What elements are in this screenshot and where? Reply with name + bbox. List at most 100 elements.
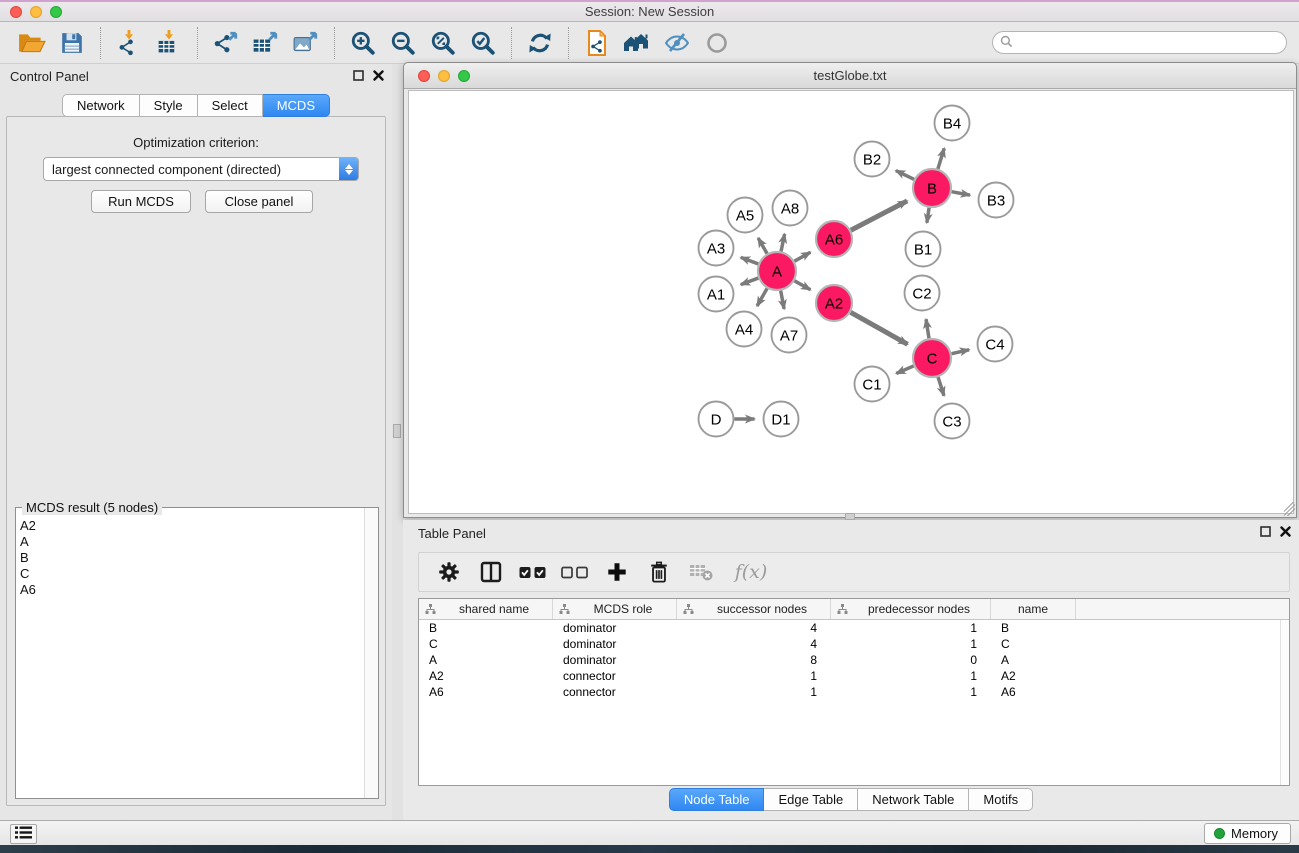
column-header-predecessor-nodes[interactable]: predecessor nodes: [831, 599, 991, 619]
network-canvas[interactable]: B4B2BB3A8A5A6A3B1AA1C2A2A4A7C4CC1DD1C3: [408, 90, 1294, 514]
node-A3[interactable]: A3: [699, 231, 734, 266]
search-input[interactable]: [1013, 32, 1286, 53]
edge-C-C4[interactable]: [952, 350, 970, 354]
cell-predecessor-nodes[interactable]: 1: [831, 684, 991, 700]
edge-C-C3[interactable]: [938, 377, 944, 396]
import-table-button[interactable]: [149, 26, 189, 60]
float-panel-icon[interactable]: [353, 69, 364, 84]
cell-name[interactable]: C: [991, 636, 1076, 652]
node-C2[interactable]: C2: [905, 276, 940, 311]
cell-shared-name[interactable]: A: [419, 652, 553, 668]
close-window-button[interactable]: [10, 6, 22, 18]
import-network-button[interactable]: [109, 26, 149, 60]
open-session-button[interactable]: [12, 26, 52, 60]
network-minimize-button[interactable]: [438, 70, 450, 82]
node-A[interactable]: A: [758, 252, 796, 290]
zoom-in-button[interactable]: [343, 26, 383, 60]
column-header-shared-name[interactable]: shared name: [419, 599, 553, 619]
table-settings-button[interactable]: [435, 557, 463, 587]
node-B1[interactable]: B1: [906, 232, 941, 267]
run-mcds-button[interactable]: Run MCDS: [91, 190, 191, 213]
edge-A-A8[interactable]: [781, 234, 785, 251]
hide-panels-button[interactable]: [657, 26, 697, 60]
node-A7[interactable]: A7: [772, 318, 807, 353]
home-button[interactable]: [617, 26, 657, 60]
result-item[interactable]: B: [20, 550, 364, 566]
node-A1[interactable]: A1: [699, 277, 734, 312]
node-B3[interactable]: B3: [979, 183, 1014, 218]
splitter-handle[interactable]: [393, 424, 401, 438]
node-A2[interactable]: A2: [816, 285, 852, 321]
cell-predecessor-nodes[interactable]: 1: [831, 636, 991, 652]
cell-MCDS-role[interactable]: dominator: [553, 636, 677, 652]
minimize-window-button[interactable]: [30, 6, 42, 18]
node-D1[interactable]: D1: [764, 402, 799, 437]
node-B2[interactable]: B2: [855, 142, 890, 177]
edge-A-A1[interactable]: [741, 278, 758, 285]
node-C[interactable]: C: [913, 339, 951, 377]
column-header-name[interactable]: name: [991, 599, 1076, 619]
task-history-button[interactable]: [10, 824, 37, 844]
zoom-window-button[interactable]: [50, 6, 62, 18]
node-A6[interactable]: A6: [816, 221, 852, 257]
table-row[interactable]: Bdominator41B: [419, 620, 1289, 636]
mcds-result-list[interactable]: A2ABCA6: [16, 512, 364, 798]
result-scrollbar[interactable]: [364, 508, 378, 798]
network-overview-button[interactable]: [577, 26, 617, 60]
zoom-out-button[interactable]: [383, 26, 423, 60]
tab-mcds[interactable]: MCDS: [263, 94, 330, 117]
select-all-button[interactable]: [519, 557, 547, 587]
table-row[interactable]: A6connector11A6: [419, 684, 1289, 700]
vertical-splitter[interactable]: [392, 64, 403, 820]
edge-A-A7[interactable]: [781, 291, 784, 309]
cell-successor-nodes[interactable]: 4: [677, 620, 831, 636]
tab-edge-table[interactable]: Edge Table: [764, 788, 858, 811]
result-item[interactable]: A2: [20, 518, 364, 534]
show-birds-eye-button[interactable]: [697, 26, 737, 60]
edge-A-A4[interactable]: [757, 288, 767, 306]
cell-successor-nodes[interactable]: 1: [677, 684, 831, 700]
table-scrollbar[interactable]: [1280, 620, 1289, 785]
node-C3[interactable]: C3: [935, 404, 970, 439]
cell-shared-name[interactable]: A6: [419, 684, 553, 700]
tab-select[interactable]: Select: [198, 94, 263, 117]
cell-shared-name[interactable]: A2: [419, 668, 553, 684]
cell-name[interactable]: B: [991, 620, 1076, 636]
edge-B-B1[interactable]: [927, 208, 929, 223]
edge-C-C2[interactable]: [926, 319, 929, 338]
close-panel-button[interactable]: Close panel: [205, 190, 313, 213]
export-table-button[interactable]: [246, 26, 286, 60]
deselect-all-button[interactable]: [561, 557, 589, 587]
node-C4[interactable]: C4: [978, 327, 1013, 362]
export-network-button[interactable]: [206, 26, 246, 60]
zoom-selected-button[interactable]: [463, 26, 503, 60]
column-header-MCDS-role[interactable]: MCDS role: [553, 599, 677, 619]
edge-A-A6[interactable]: [794, 252, 810, 261]
search-box[interactable]: [992, 31, 1287, 54]
column-header-successor-nodes[interactable]: successor nodes: [677, 599, 831, 619]
edge-B-B3[interactable]: [952, 192, 970, 195]
cell-name[interactable]: A2: [991, 668, 1076, 684]
edge-C-C1[interactable]: [896, 366, 913, 374]
node-A4[interactable]: A4: [727, 312, 762, 347]
show-columns-button[interactable]: [477, 557, 505, 587]
cell-predecessor-nodes[interactable]: 1: [831, 620, 991, 636]
network-zoom-button[interactable]: [458, 70, 470, 82]
cell-MCDS-role[interactable]: connector: [553, 684, 677, 700]
node-A5[interactable]: A5: [728, 198, 763, 233]
edge-A-A2[interactable]: [794, 281, 810, 290]
delete-column-button[interactable]: [645, 557, 673, 587]
refresh-layout-button[interactable]: [520, 26, 560, 60]
edge-A6-B[interactable]: [851, 201, 907, 230]
result-item[interactable]: C: [20, 566, 364, 582]
node-D[interactable]: D: [699, 402, 734, 437]
edge-A-A3[interactable]: [741, 257, 758, 264]
table-header-row[interactable]: shared nameMCDS rolesuccessor nodesprede…: [419, 599, 1289, 620]
cell-predecessor-nodes[interactable]: 1: [831, 668, 991, 684]
cell-successor-nodes[interactable]: 1: [677, 668, 831, 684]
cell-successor-nodes[interactable]: 4: [677, 636, 831, 652]
tab-motifs[interactable]: Motifs: [969, 788, 1033, 811]
resize-grip-icon[interactable]: [1281, 502, 1295, 516]
cell-name[interactable]: A6: [991, 684, 1076, 700]
tab-network-table[interactable]: Network Table: [858, 788, 969, 811]
